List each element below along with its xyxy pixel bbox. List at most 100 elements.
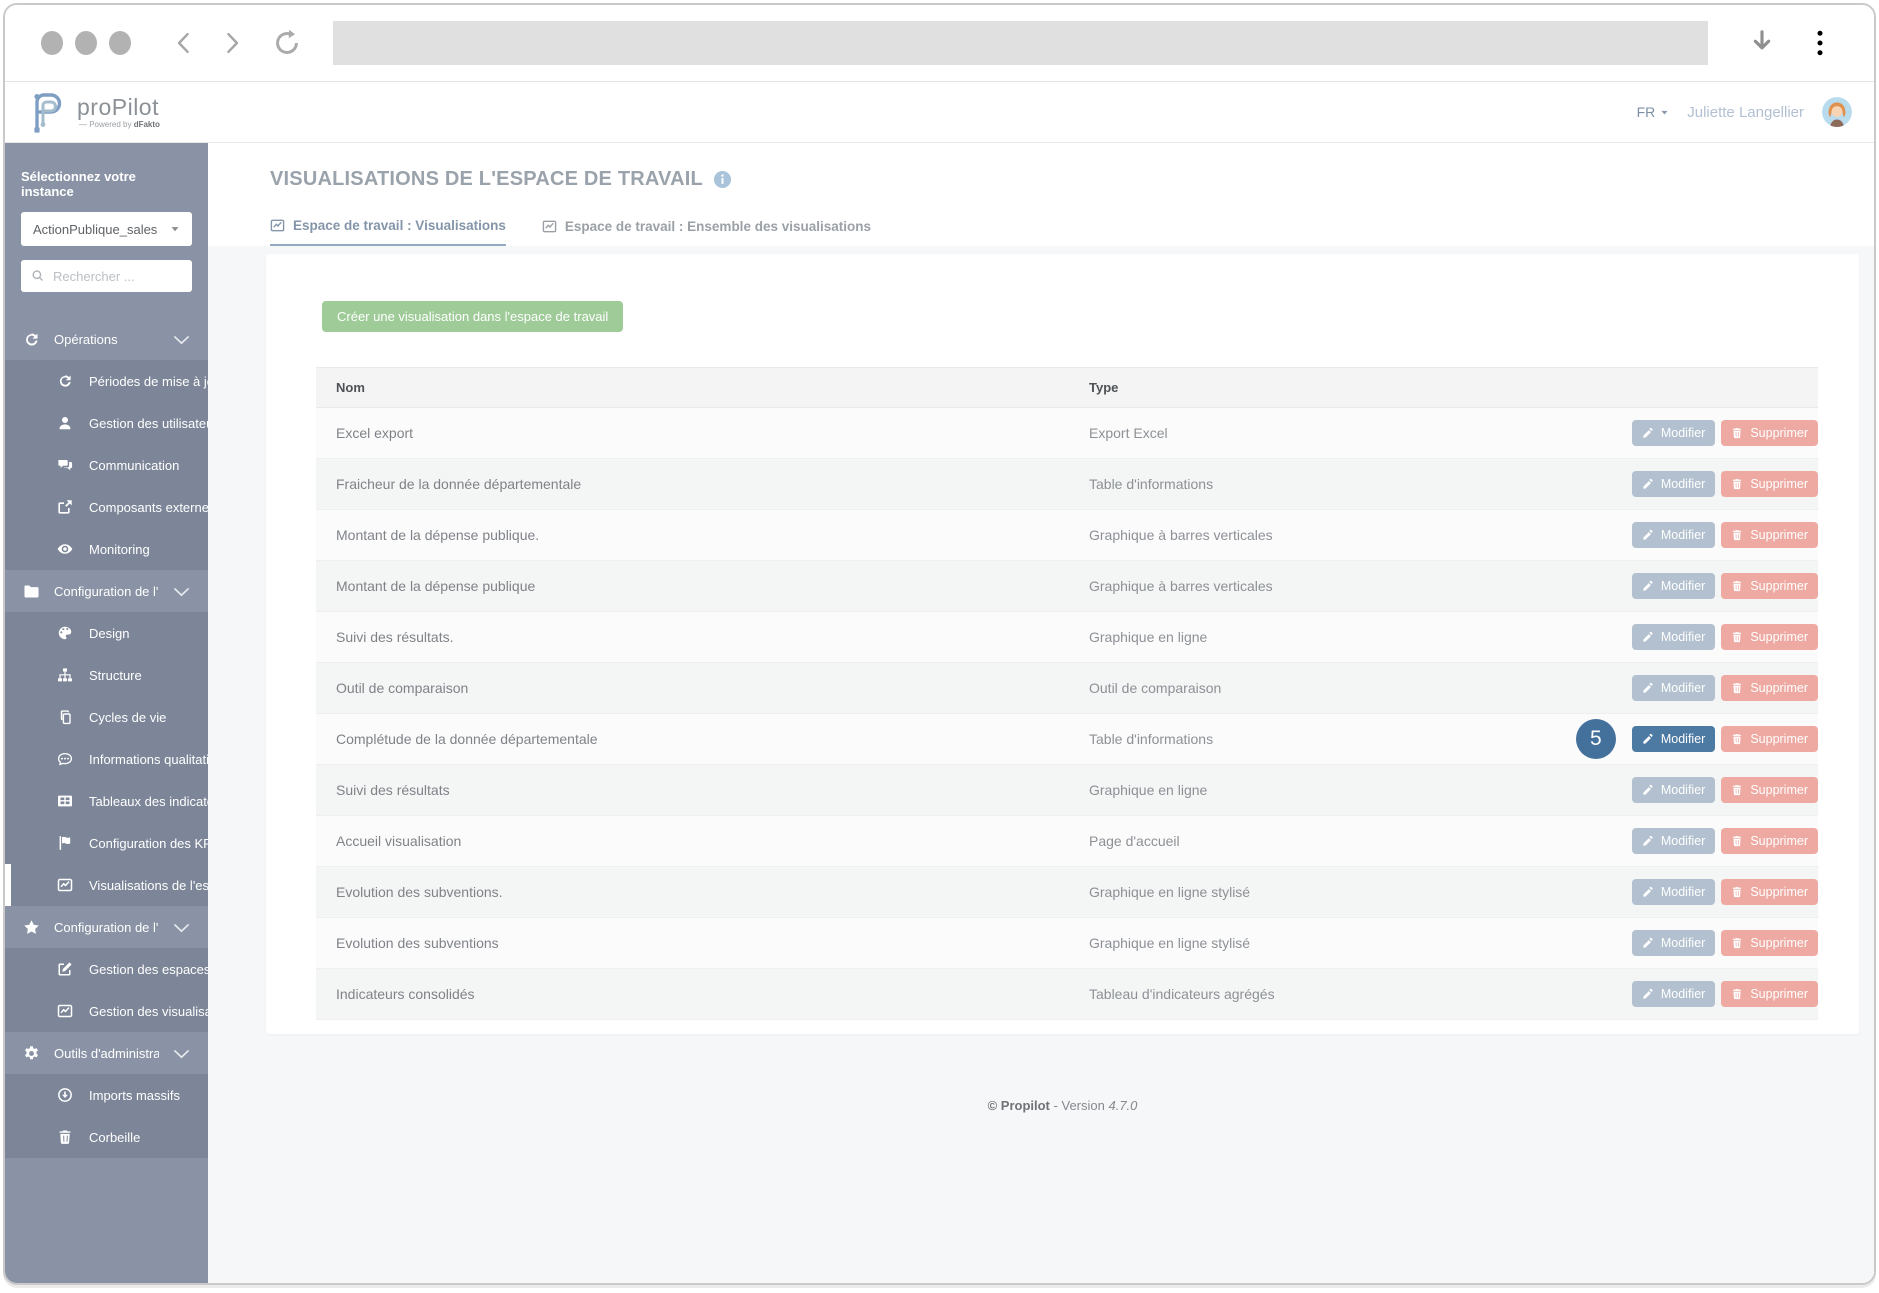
edit-button[interactable]: Modifier bbox=[1631, 675, 1716, 701]
tab-espace-de-travail-ensemble-des-visualisations[interactable]: Espace de travail : Ensemble des visuali… bbox=[542, 218, 871, 246]
edit-button[interactable]: Modifier bbox=[1631, 777, 1716, 803]
edit-button-label: Modifier bbox=[1660, 783, 1706, 797]
pencil-icon bbox=[1642, 988, 1654, 1000]
sidebar-item-periodes-de-mise-a-jour[interactable]: Périodes de mise à jour bbox=[5, 360, 208, 402]
refresh-icon[interactable] bbox=[273, 29, 301, 57]
sidebar-section-label: Outils d'administration bbox=[54, 1045, 159, 1061]
sidebar-item-label: Gestion des utilisateurs bbox=[89, 415, 208, 431]
sidebar-item-communication[interactable]: Communication bbox=[5, 444, 208, 486]
browser-chrome bbox=[5, 5, 1874, 82]
delete-button[interactable]: Supprimer bbox=[1721, 726, 1818, 752]
cell-name: Suivi des résultats. bbox=[316, 611, 1069, 663]
delete-button[interactable]: Supprimer bbox=[1721, 930, 1818, 956]
edit-button[interactable]: Modifier bbox=[1631, 522, 1716, 548]
sidebar-item-monitoring[interactable]: Monitoring bbox=[5, 528, 208, 570]
tab-label: Espace de travail : Visualisations bbox=[293, 218, 506, 233]
edit-button[interactable]: Modifier bbox=[1631, 573, 1716, 599]
cell-name: Outil de comparaison bbox=[316, 662, 1069, 714]
table-row: Indicateurs consolidés Tableau d'indicate… bbox=[316, 968, 1818, 1020]
tab-label: Espace de travail : Ensemble des visuali… bbox=[564, 219, 871, 234]
column-header-type: Type bbox=[1069, 367, 1569, 408]
edit-button[interactable]: Modifier bbox=[1631, 624, 1716, 650]
window-control-dot[interactable] bbox=[109, 31, 131, 55]
language-selector[interactable]: FR bbox=[1637, 104, 1670, 120]
edit-button-label: Modifier bbox=[1660, 885, 1706, 899]
url-bar[interactable] bbox=[333, 21, 1708, 65]
edit-button[interactable]: Modifier bbox=[1631, 879, 1716, 905]
cell-type: Outil de comparaison bbox=[1069, 662, 1569, 714]
sidebar-item-informations-qualitatives[interactable]: Informations qualitatives bbox=[5, 738, 208, 780]
sidebar-item-tableaux-des-indicateurs[interactable]: Tableaux des indicateurs bbox=[5, 780, 208, 822]
delete-button[interactable]: Supprimer bbox=[1721, 777, 1818, 803]
chat-icon bbox=[57, 457, 73, 473]
sidebar-item-corbeille[interactable]: Corbeille bbox=[5, 1116, 208, 1158]
sidebar-item-label: Tableaux des indicateurs bbox=[89, 793, 208, 809]
sidebar-item-visualisations-de-l-espa[interactable]: Visualisations de l'espa... bbox=[5, 864, 208, 906]
avatar[interactable] bbox=[1822, 97, 1852, 127]
brand-name: proPilot bbox=[77, 94, 159, 120]
edit-button[interactable]: Modifier bbox=[1631, 828, 1716, 854]
sidebar-item-cycles-de-vie[interactable]: Cycles de vie bbox=[5, 696, 208, 738]
cell-name: Complétude de la donnée départementale bbox=[316, 713, 1069, 765]
kebab-menu-icon[interactable] bbox=[1810, 29, 1830, 57]
cell-name: Indicateurs consolidés bbox=[316, 968, 1069, 1020]
delete-button[interactable]: Supprimer bbox=[1721, 624, 1818, 650]
cell-actions: Modifier Supprimer bbox=[1569, 662, 1818, 714]
sidebar-item-composants-externes[interactable]: Composants externes bbox=[5, 486, 208, 528]
sidebar-item-gestion-des-utilisateurs[interactable]: Gestion des utilisateurs bbox=[5, 402, 208, 444]
edit-button[interactable]: Modifier bbox=[1631, 420, 1716, 446]
sidebar-item-gestion-des-visualisatio[interactable]: Gestion des visualisatio... bbox=[5, 990, 208, 1032]
cell-name: Evolution des subventions. bbox=[316, 866, 1069, 918]
sidebar-item-design[interactable]: Design bbox=[5, 612, 208, 654]
delete-button[interactable]: Supprimer bbox=[1721, 522, 1818, 548]
back-icon[interactable] bbox=[173, 30, 195, 56]
delete-button[interactable]: Supprimer bbox=[1721, 420, 1818, 446]
edit-button[interactable]: Modifier bbox=[1631, 981, 1716, 1007]
tab-espace-de-travail-visualisations[interactable]: Espace de travail : Visualisations bbox=[270, 218, 506, 246]
pencil-icon bbox=[1642, 937, 1654, 949]
user-icon bbox=[57, 415, 73, 431]
instance-label: Sélectionnez votre instance bbox=[21, 169, 136, 199]
delete-button[interactable]: Supprimer bbox=[1721, 675, 1818, 701]
edit-button[interactable]: Modifier bbox=[1631, 471, 1716, 497]
download-icon[interactable] bbox=[1748, 29, 1776, 57]
table-body: Excel export Export Excel Modifier Supprime… bbox=[316, 407, 1818, 1020]
cell-name: Excel export bbox=[316, 407, 1069, 459]
edit-button[interactable]: Modifier bbox=[1631, 726, 1716, 752]
sidebar-section-configuration-de-l-espace-de[interactable]: Configuration de l'espace de ... bbox=[5, 570, 208, 612]
sidebar-item-label: Configuration des KPIs bbox=[89, 835, 208, 851]
delete-button[interactable]: Supprimer bbox=[1721, 879, 1818, 905]
sidebar-item-gestion-des-espaces-de[interactable]: Gestion des espaces de... bbox=[5, 948, 208, 990]
table-row: Excel export Export Excel Modifier Supprime… bbox=[316, 407, 1818, 459]
instance-select[interactable]: ActionPublique_sales bbox=[21, 212, 192, 246]
cell-type: Export Excel bbox=[1069, 407, 1569, 459]
window-control-dot[interactable] bbox=[75, 31, 97, 55]
footer: © Propilot - Version 4.7.0 bbox=[987, 1098, 1138, 1113]
sidebar-item-configuration-des-kpis[interactable]: Configuration des KPIs bbox=[5, 822, 208, 864]
user-name[interactable]: Juliette Langellier bbox=[1687, 104, 1804, 121]
sidebar-section-operations[interactable]: Opérations bbox=[5, 318, 208, 360]
table-row: Montant de la dépense publique Graphique … bbox=[316, 560, 1818, 612]
brand: proPilot — Powered by dFakto bbox=[27, 90, 160, 134]
search-input[interactable] bbox=[53, 268, 182, 284]
create-visualisation-button[interactable]: Créer une visualisation dans l'espace de… bbox=[322, 301, 624, 332]
cell-type: Table d'informations bbox=[1069, 713, 1569, 765]
cell-actions: Modifier Supprimer bbox=[1569, 968, 1818, 1020]
sidebar-item-imports-massifs[interactable]: Imports massifs bbox=[5, 1074, 208, 1116]
delete-button[interactable]: Supprimer bbox=[1721, 573, 1818, 599]
delete-button[interactable]: Supprimer bbox=[1721, 828, 1818, 854]
delete-button[interactable]: Supprimer bbox=[1721, 981, 1818, 1007]
delete-button-label: Supprimer bbox=[1750, 885, 1808, 899]
sidebar-item-structure[interactable]: Structure bbox=[5, 654, 208, 696]
edit-button[interactable]: Modifier bbox=[1631, 930, 1716, 956]
forward-icon[interactable] bbox=[221, 30, 243, 56]
delete-button[interactable]: Supprimer bbox=[1721, 471, 1818, 497]
cell-name: Suivi des résultats bbox=[316, 764, 1069, 816]
cell-actions: Modifier Supprimer bbox=[1569, 509, 1818, 561]
edit-button-label: Modifier bbox=[1660, 579, 1706, 593]
sidebar-section-outils-d-administration[interactable]: Outils d'administration bbox=[5, 1032, 208, 1074]
edit-button-label: Modifier bbox=[1660, 936, 1706, 950]
sidebar-section-configuration-de-l-accueil[interactable]: Configuration de l'accueil bbox=[5, 906, 208, 948]
info-icon[interactable] bbox=[713, 170, 732, 189]
window-control-dot[interactable] bbox=[41, 31, 63, 55]
